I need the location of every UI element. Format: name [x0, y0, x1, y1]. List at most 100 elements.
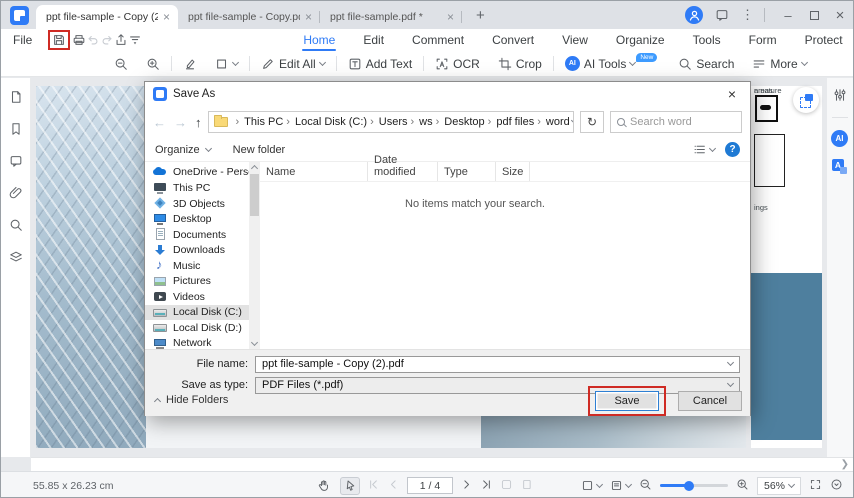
page-layout-button[interactable] [581, 479, 604, 492]
document-tab[interactable]: ppt file-sample - Copy.pdf * × [178, 5, 320, 29]
properties-panel-icon[interactable] [833, 88, 847, 105]
layers-panel-icon[interactable] [9, 250, 23, 267]
fullscreen-button[interactable] [809, 478, 822, 494]
menu-item[interactable]: Convert [491, 30, 535, 50]
file-name-input[interactable]: ppt file-sample - Copy (2).pdf [255, 355, 740, 373]
folder-tree-item[interactable]: Downloads [145, 243, 249, 259]
help-button[interactable]: ? [725, 142, 740, 157]
breadcrumb-segment[interactable]: › This PC [233, 116, 284, 128]
column-header[interactable]: Name [260, 162, 368, 181]
tab-close-icon[interactable]: × [163, 10, 170, 24]
column-header[interactable]: Type [438, 162, 496, 181]
redo-button[interactable] [100, 30, 114, 50]
view-options-button[interactable] [693, 143, 717, 156]
refresh-button[interactable]: ↻ [580, 111, 604, 133]
document-tab[interactable]: ppt file-sample - Copy (2).pdf * × [36, 5, 178, 29]
folder-tree-item[interactable]: This PC [145, 181, 249, 197]
next-page-button[interactable] [460, 478, 473, 494]
translate-icon[interactable] [832, 159, 847, 174]
breadcrumb-segment[interactable]: › word [534, 116, 570, 128]
folder-tree-item[interactable]: Documents [145, 227, 249, 243]
zoom-in-button[interactable] [736, 478, 749, 494]
folder-tree-item[interactable]: Local Disk (D:) [145, 320, 249, 336]
scrollbar-thumb[interactable] [250, 174, 259, 216]
attachments-panel-icon[interactable] [9, 186, 23, 203]
print-button[interactable] [72, 30, 86, 50]
save-button[interactable]: Save [595, 391, 659, 411]
zoom-in-button[interactable] [137, 51, 169, 76]
overflow-menu-icon[interactable]: ⋮ [741, 7, 754, 23]
breadcrumb-segment[interactable]: › ws [408, 116, 433, 128]
edit-all-button[interactable]: Edit All [252, 51, 334, 76]
folder-tree-item[interactable]: Local Disk (C:) [145, 304, 249, 320]
folder-tree-item[interactable]: Desktop [145, 212, 249, 228]
column-header[interactable]: Size [496, 162, 531, 181]
back-button[interactable]: ← [153, 115, 166, 130]
tab-close-icon[interactable]: × [305, 10, 312, 24]
zoom-out-button[interactable] [639, 478, 652, 494]
thumbnails-panel-icon[interactable] [9, 90, 23, 107]
menu-item[interactable]: Tools [692, 30, 722, 50]
dialog-close-button[interactable]: × [722, 86, 742, 102]
folder-tree-item[interactable]: Videos [145, 289, 249, 305]
customize-toolbar-icon[interactable] [128, 30, 142, 50]
rotate-right-button[interactable] [520, 478, 533, 494]
folder-tree-item[interactable]: OneDrive - Person [145, 164, 249, 180]
chevron-down-icon[interactable] [726, 358, 735, 367]
zoom-out-button[interactable] [105, 51, 137, 76]
rotate-left-button[interactable] [500, 478, 513, 494]
breadcrumb-segment[interactable]: › Desktop [433, 116, 485, 128]
zoom-slider[interactable] [659, 480, 728, 491]
user-avatar[interactable] [685, 6, 703, 24]
file-menu[interactable]: File [1, 33, 42, 47]
breadcrumb-segment[interactable]: › pdf files [485, 116, 535, 128]
address-dropdown-icon[interactable] [570, 116, 574, 125]
ocr-button[interactable]: OCR [426, 51, 489, 76]
search-button[interactable]: Search [669, 51, 743, 76]
forward-button[interactable]: → [174, 115, 187, 130]
first-page-button[interactable] [367, 478, 380, 494]
folder-tree-item[interactable]: Pictures [145, 274, 249, 290]
scroll-right-icon[interactable]: ❯ [841, 459, 849, 470]
select-tool-button[interactable] [340, 476, 360, 495]
last-page-button[interactable] [480, 478, 493, 494]
reading-mode-button[interactable] [610, 479, 633, 492]
menu-item[interactable]: Form [748, 30, 778, 50]
ai-tools-button[interactable]: AI AI Tools New [556, 51, 669, 76]
folder-tree-item[interactable]: Network [145, 336, 249, 349]
tree-scrollbar[interactable] [249, 162, 260, 349]
tab-close-icon[interactable]: × [447, 10, 454, 24]
zoom-level-select[interactable]: 56% [756, 476, 801, 495]
maximize-button[interactable] [801, 1, 827, 29]
dialog-title-bar[interactable]: Save As × [145, 82, 750, 106]
minimize-button[interactable]: – [775, 1, 801, 29]
organize-button[interactable]: Organize [155, 144, 212, 156]
share-button[interactable] [114, 30, 128, 50]
search-panel-icon[interactable] [9, 218, 23, 235]
close-button[interactable]: × [827, 1, 853, 29]
zoom-slider-handle[interactable] [684, 480, 695, 491]
add-text-button[interactable]: Add Text [339, 51, 421, 76]
cancel-button[interactable]: Cancel [678, 391, 742, 411]
feedback-icon[interactable] [715, 8, 729, 22]
shape-tool[interactable] [206, 51, 247, 76]
breadcrumb-bar[interactable]: › This PC › Local Disk (C:) › Users › ws [207, 111, 574, 133]
menu-item[interactable]: Comment [411, 30, 465, 50]
collapse-statusbar-button[interactable] [830, 478, 843, 494]
scroll-up-icon[interactable] [250, 164, 258, 173]
hide-folders-button[interactable]: Hide Folders [153, 394, 228, 406]
bookmarks-panel-icon[interactable] [9, 122, 23, 139]
dialog-search-field[interactable]: Search word [610, 111, 742, 133]
more-button[interactable]: More [743, 51, 815, 76]
document-tab[interactable]: ppt file-sample.pdf * × [320, 5, 462, 29]
crop-button[interactable]: Crop [489, 51, 551, 76]
hand-tool-button[interactable] [313, 477, 333, 495]
menu-item[interactable]: Organize [615, 30, 666, 50]
folder-tree-item[interactable]: 3D Objects [145, 196, 249, 212]
breadcrumb-segment[interactable]: › Local Disk (C:) [283, 116, 367, 128]
up-button[interactable]: ↑ [195, 115, 202, 130]
undo-button[interactable] [86, 30, 100, 50]
screenshot-widget-button[interactable] [793, 87, 819, 113]
menu-item[interactable]: View [561, 30, 589, 50]
folder-tree-item[interactable]: Music [145, 257, 249, 274]
